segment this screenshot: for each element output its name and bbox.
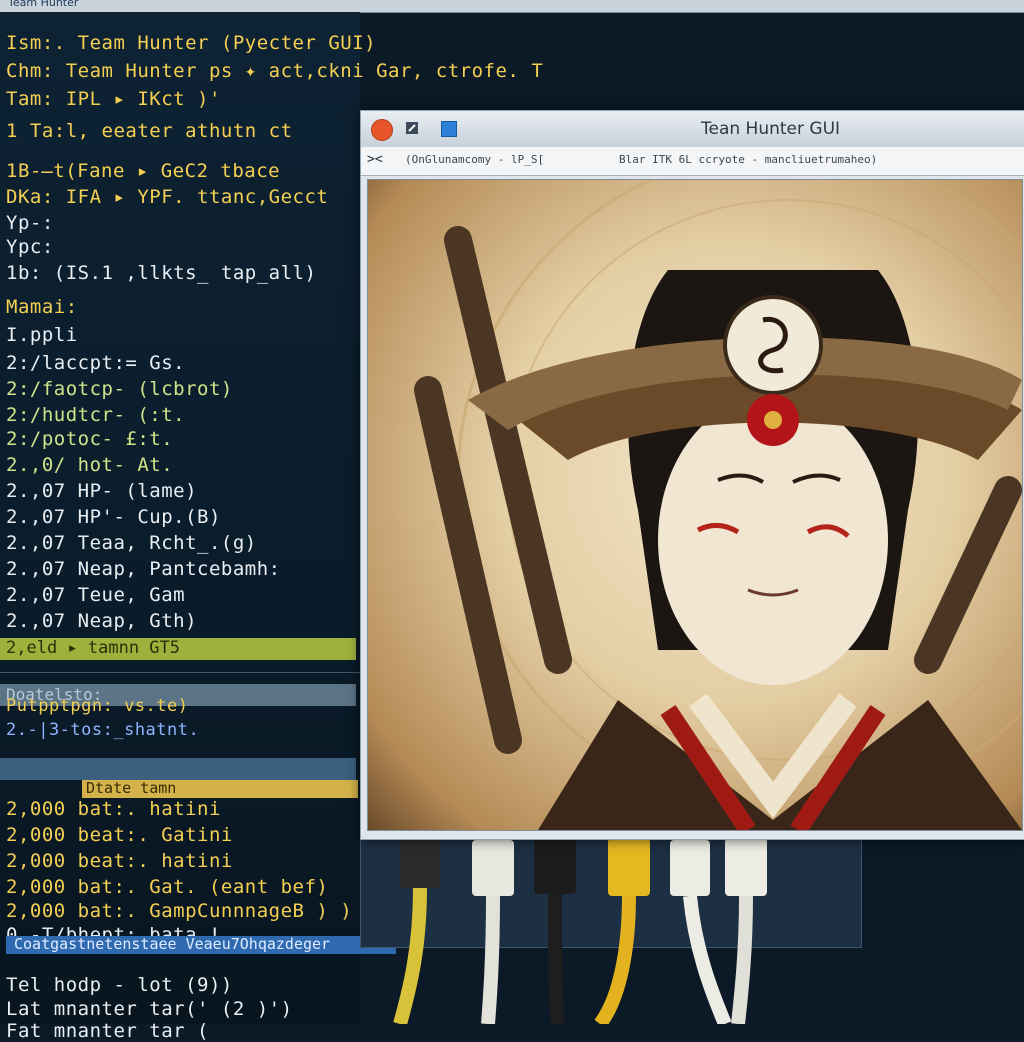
terminal-section-header: Mamai:	[6, 296, 78, 318]
terminal-line: 2.,07 HP'- Cup.(B)	[6, 506, 221, 528]
terminal-line: Ypc:	[6, 236, 54, 258]
terminal-line: DKa: IFA ▸ YPF. ttanc,Gecct	[6, 186, 329, 208]
terminal-marked-text[interactable]: Dtate tamn	[82, 779, 358, 798]
terminal-selected-line[interactable]: 2,eld ▸ tamnn GT5	[0, 638, 356, 660]
marked-text-label: Dtate tamn	[86, 779, 177, 797]
terminal-line: 1 Ta:l, eeater athutn ct	[6, 120, 293, 142]
selected-line-text: 2,eld ▸ tamnn GT5	[6, 638, 180, 658]
terminal-line: Tam: IPL ▸ IKct )'	[6, 88, 221, 110]
address-bar[interactable]: >< (OnGlunamcomy - lP_S[ Blar ITK 6L ccr…	[361, 147, 1024, 176]
terminal-line: I.ppli	[6, 324, 78, 346]
terminal-line: 2.,07 Teaa, Rcht_.(g)	[6, 532, 257, 554]
terminal-line: Ism:. Team Hunter (Pyecter GUI)	[6, 32, 377, 54]
address-path: (OnGlunamcomy - lP_S[	[405, 153, 545, 166]
terminal-command-highlight[interactable]: Coatgastnetenstaee Veaeu7Ohqazdeger	[6, 935, 396, 954]
terminal-line: 2.,07 Neap, Pantcebamh:	[6, 558, 281, 580]
terminal-line: 2:/laccpt:= Gs.	[6, 352, 186, 374]
chevron-right-icon[interactable]: ><	[367, 152, 383, 167]
terminal-line: 2,000 bat:. Gat. (eant bef)	[6, 876, 329, 898]
window-title: Tean Hunter GUI	[701, 119, 841, 139]
terminal-line: 2,000 beat:. Gatini	[6, 824, 233, 846]
terminal-line: 2,000 bat:. hatini	[6, 798, 221, 820]
terminal-line: Yp-:	[6, 212, 54, 234]
samurai-portrait-image	[367, 179, 1023, 831]
terminal-line: 2.,0/ hot- At.	[6, 454, 174, 476]
terminal-line: 2.,07 HP- (lame)	[6, 480, 198, 502]
terminal-line: 2.-|3-tos:_shatnt.	[6, 720, 200, 740]
terminal-line: Chm: Team Hunter ps ✦ act,ckni Gar, ctro…	[6, 60, 544, 82]
save-icon[interactable]	[441, 121, 457, 137]
terminal-line: Tel hodp - lot (9))	[6, 974, 233, 996]
terminal-line: Lat mnanter tar(' (2 )')	[6, 998, 293, 1020]
terminal-line: 1b: (IS.1 ,llkts_ tap_all)	[6, 262, 317, 284]
edit-icon[interactable]	[405, 121, 419, 135]
terminal-panel[interactable]: Ism:. Team Hunter (Pyecter GUI) Chm: Tea…	[0, 12, 543, 1042]
terminal-line: Putpptpgn: vs.te)	[6, 696, 189, 716]
terminal-line: 2,000 bat:. GampCunnnageB ) )	[6, 900, 353, 922]
terminal-divider	[0, 672, 360, 673]
close-button[interactable]	[371, 119, 393, 141]
top-menubar-title: Team Hunter	[8, 0, 79, 9]
gui-window[interactable]: Tean Hunter GUI >< (OnGlunamcomy - lP_S[…	[360, 110, 1024, 840]
network-cables	[393, 838, 767, 1024]
terminal-line: 2:/hudtcr- (:t.	[6, 404, 186, 426]
portrait-illustration	[414, 180, 1022, 830]
terminal-line: 1B-̶t(Fane ▸ GeC2 tbace	[6, 160, 281, 182]
terminal-band	[0, 758, 356, 780]
terminal-line: Fat mnanter tar (	[6, 1020, 209, 1042]
command-highlight-text: Coatgastnetenstaee Veaeu7Ohqazdeger	[14, 935, 331, 953]
terminal-line: 2,000 beat:. hatini	[6, 850, 233, 872]
terminal-line: 2:/potoc- £:t.	[6, 428, 174, 450]
terminal-line: 2:/faotcp- (lcbrot)	[6, 378, 233, 400]
terminal-line: 2.,07 Teue, Gam	[6, 584, 186, 606]
address-path-detail: Blar ITK 6L ccryote - mancliuetrumaheo)	[619, 153, 878, 166]
terminal-line: 2.,07 Neap, Gth)	[6, 610, 198, 632]
window-titlebar[interactable]: Tean Hunter GUI	[361, 111, 1024, 148]
